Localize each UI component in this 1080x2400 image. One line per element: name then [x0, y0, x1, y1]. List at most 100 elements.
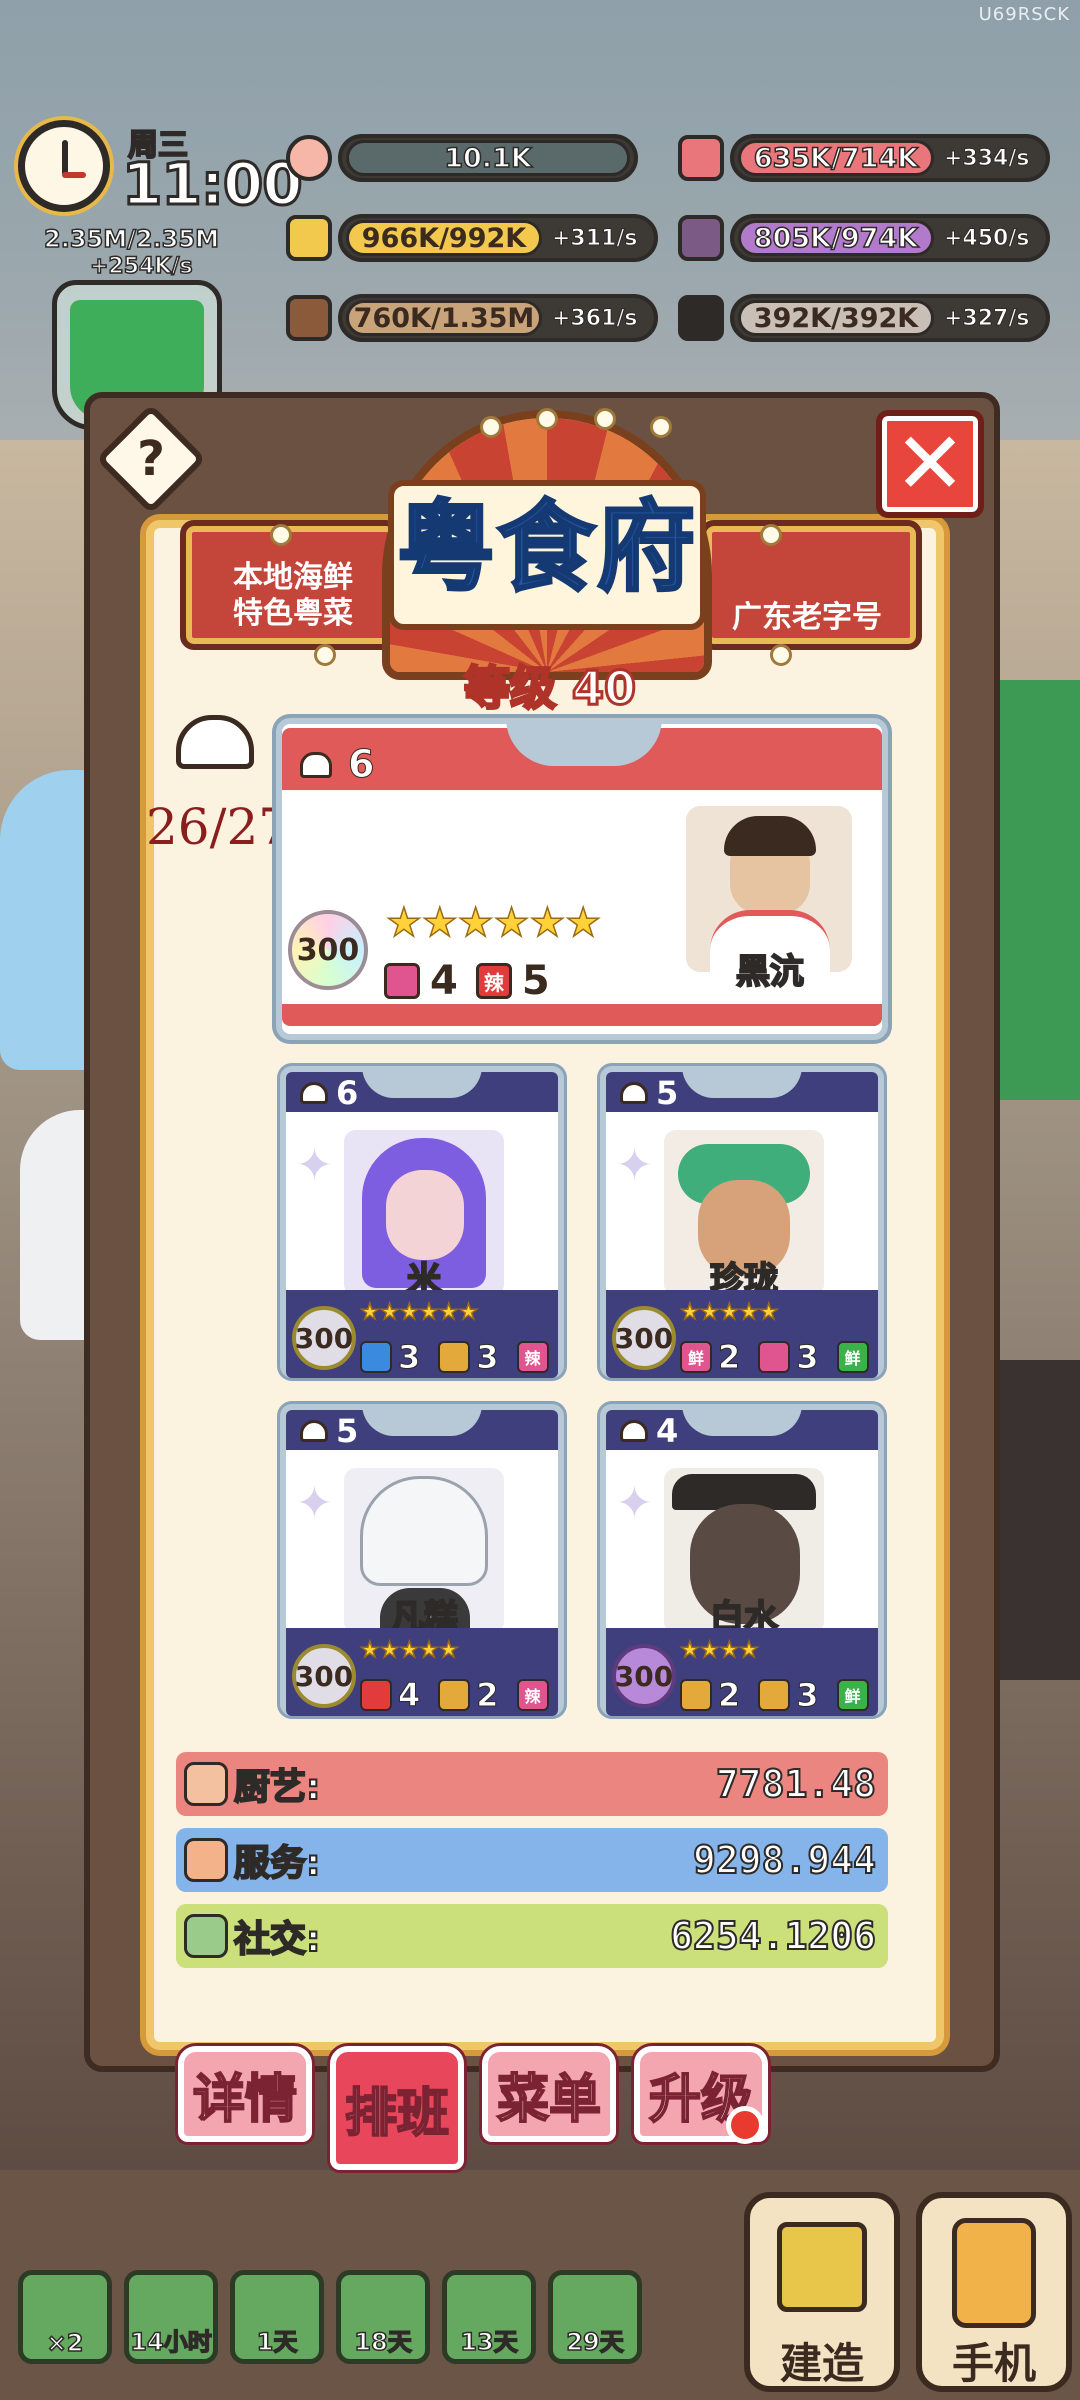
resource-value: 392K/392K	[738, 300, 934, 336]
resource-rate: +327/s	[944, 305, 1030, 331]
skill-value: 2	[476, 1676, 499, 1715]
bottom-slot-robot[interactable]: 14小时	[124, 2270, 218, 2364]
resource-gold[interactable]: 966K/992K +311/s	[286, 214, 666, 262]
staff-level: 4	[656, 1412, 679, 1450]
resource-rate: +450/s	[944, 225, 1030, 251]
resource-value: 10.1K	[346, 140, 630, 176]
skill-value: 4	[430, 958, 458, 1004]
sign-bulb	[536, 408, 558, 430]
bottom-slot-recipe-book[interactable]: ×2	[18, 2270, 112, 2364]
skill-value: 3	[796, 1338, 819, 1377]
gold-bar-icon	[286, 215, 332, 261]
time-label: 11:00	[121, 149, 305, 220]
smile-icon	[680, 1679, 712, 1711]
spicy-icon: 辣	[516, 1679, 549, 1711]
notification-dot	[726, 2106, 764, 2144]
stat-label: 厨艺:	[233, 1766, 321, 1809]
house-icon	[777, 2222, 867, 2312]
lotus-icon	[360, 1341, 392, 1373]
close-button[interactable]: ✕	[876, 410, 984, 518]
peach-icon	[286, 135, 332, 181]
cloche-icon	[184, 1838, 228, 1882]
sign-bulb	[760, 524, 782, 546]
spicy-icon: 辣	[516, 1341, 549, 1373]
wood-plank-icon	[286, 295, 332, 341]
staff-level: 5	[336, 1412, 359, 1450]
skill-value: 3	[796, 1676, 819, 1715]
sparkle-icon: ✦	[616, 1478, 653, 1529]
seat-count: 26/27	[146, 798, 291, 856]
slot-label: ×2	[46, 2328, 84, 2358]
utensils-icon	[184, 1762, 228, 1806]
stat-social: 社交: 6254.1206	[176, 1904, 888, 1968]
badge-value: 300	[294, 1321, 354, 1355]
level-badge: 300	[612, 1306, 676, 1370]
resource-rate: +311/s	[552, 225, 638, 251]
chat-icon	[184, 1914, 228, 1958]
fresh-icon: 鲜	[836, 1341, 869, 1373]
level-badge: 300	[292, 1306, 356, 1370]
box-icon	[758, 1341, 791, 1373]
tab-schedule[interactable]: 排班	[330, 2046, 464, 2170]
bottom-slot-character[interactable]: 1天	[230, 2270, 324, 2364]
star-rating: ★★★★★★	[359, 1299, 479, 1326]
money-rate: +254K/s	[89, 253, 193, 280]
head-chef-name: 黑沆	[735, 951, 805, 993]
slot-label: 13天	[460, 2327, 519, 2357]
resource-peach[interactable]: 10.1K	[286, 134, 656, 182]
card-notch	[362, 1066, 482, 1098]
head-chef-skills: 4 辣 5	[384, 958, 550, 1004]
brush-icon	[678, 135, 724, 181]
resource-wood[interactable]: 760K/1.35M +361/s	[286, 294, 666, 342]
staff-skills: 3 3 辣	[360, 1338, 549, 1377]
stat-cooking: 厨艺: 7781.48	[176, 1752, 888, 1816]
spicy-icon: 辣	[475, 963, 512, 999]
badge-value: 300	[614, 1321, 674, 1355]
slot-label: 1天	[256, 2327, 298, 2357]
clock-minute-hand	[62, 172, 86, 178]
tab-menu[interactable]: 菜单	[482, 2046, 616, 2142]
chef-hat-icon	[176, 715, 254, 785]
rainbow-badge: 300	[288, 910, 368, 990]
book-icon	[438, 1679, 471, 1711]
stat-value: 6254.1206	[669, 1913, 877, 1959]
restaurant-right-tag: 广东老字号	[732, 600, 882, 635]
fresh-icon: 鲜	[680, 1341, 712, 1373]
bottom-slot-character[interactable]: 18天	[336, 2270, 430, 2364]
chef-hat-icon	[620, 1082, 648, 1104]
skill-value: 3	[476, 1338, 499, 1377]
chef-hat-icon	[300, 1082, 328, 1104]
head-chef-card-footer	[282, 1004, 882, 1026]
fabric-icon	[678, 215, 724, 261]
stat-label: 服务:	[233, 1842, 321, 1885]
stat-label: 社交:	[233, 1918, 321, 1961]
resource-value: 635K/714K	[738, 140, 934, 176]
restaurant-name: 粤食府	[395, 491, 697, 605]
chef-hat-icon	[620, 1420, 648, 1442]
close-icon: ✕	[893, 414, 967, 514]
skill-value: 2	[717, 1676, 741, 1715]
bottom-slot-character[interactable]: 29天	[548, 2270, 642, 2364]
resource-brush[interactable]: 635K/714K +334/s	[678, 134, 1050, 182]
tab-details[interactable]: 详情	[178, 2046, 312, 2142]
skill-value: 4	[397, 1676, 421, 1715]
sign-bulb	[594, 408, 616, 430]
chef-hat-icon	[300, 1420, 328, 1442]
staff-skills: 4 2 辣	[360, 1676, 549, 1715]
badge-value: 300	[294, 1659, 354, 1693]
star-rating: ★★★★★	[679, 1299, 779, 1326]
staff-level: 5	[656, 1074, 679, 1112]
restaurant-level: 等级 40	[462, 660, 637, 717]
watermark: U69RSCK	[978, 4, 1070, 25]
resource-coal[interactable]: 392K/392K +327/s	[678, 294, 1050, 342]
level-badge: 300	[612, 1644, 676, 1708]
star-rating: ★★★★	[679, 1637, 759, 1664]
level-badge: 300	[292, 1644, 356, 1708]
resource-value: 805K/974K	[738, 220, 934, 256]
staff-level: 6	[336, 1074, 359, 1112]
bottom-slot-character[interactable]: 13天	[442, 2270, 536, 2364]
sign-bulb	[314, 644, 336, 666]
resource-rate: +334/s	[944, 145, 1030, 171]
resource-fabric[interactable]: 805K/974K +450/s	[678, 214, 1050, 262]
card-notch	[682, 1404, 802, 1436]
